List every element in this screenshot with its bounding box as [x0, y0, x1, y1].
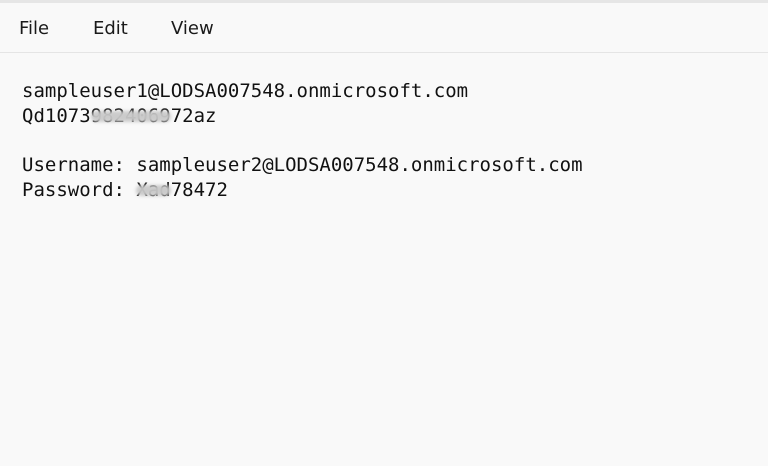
password-1-tail: 72az: [170, 105, 217, 127]
text-line-password-1: Qd1073982406972az: [22, 104, 216, 129]
text-line-email-1: sampleuser1@LODSA007548.onmicrosoft.com: [22, 80, 469, 102]
text-line-password-2: Password: Xad78472: [22, 178, 228, 203]
menu-view[interactable]: View: [171, 3, 214, 52]
menu-edit[interactable]: Edit: [93, 3, 128, 52]
text-line-username-2: Username: sampleuser2@LODSA007548.onmicr…: [22, 154, 583, 176]
redacted-text: Xad: [136, 178, 171, 203]
redaction-blur: [90, 111, 171, 122]
notepad-window: File Edit View sampleuser1@LODSA007548.o…: [0, 0, 768, 466]
menu-file[interactable]: File: [19, 3, 49, 52]
password-label: Password:: [22, 179, 137, 201]
text-editor-area[interactable]: sampleuser1@LODSA007548.onmicrosoft.com …: [0, 53, 768, 466]
password-2-tail: 78472: [170, 179, 228, 201]
password-1-visible-part: Qd1073: [22, 105, 91, 127]
redaction-blur: [136, 185, 171, 196]
redacted-text: 9824069: [90, 104, 171, 129]
menu-bar: File Edit View: [0, 3, 768, 53]
